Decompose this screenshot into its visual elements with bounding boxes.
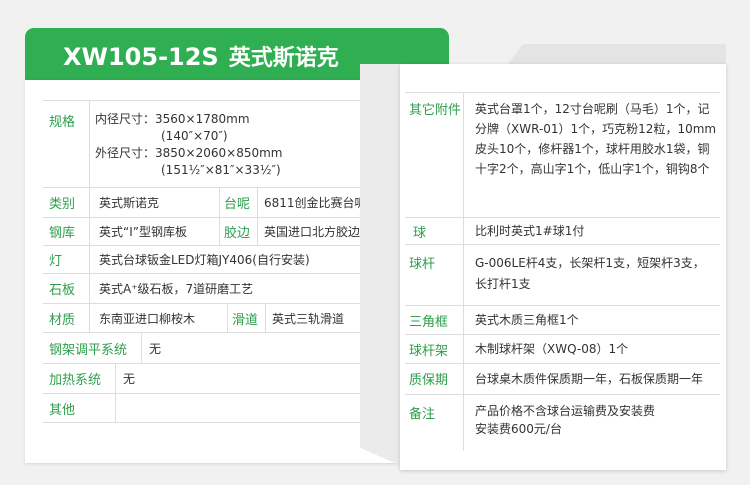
value-cues: G-006LE杆4支，长架杆1支，短架杆3支， 长打杆1支 xyxy=(475,253,717,295)
value-cue-rack: 木制球杆架（XWQ-08）1个 xyxy=(475,342,629,356)
label-heating: 加热系统 xyxy=(49,373,102,388)
row-cue-rack: 球杆架 木制球杆架（XWQ-08）1个 xyxy=(405,335,720,364)
label-warehouse: 钢库 xyxy=(49,226,76,241)
row-warehouse: 钢库 英式“I”型钢库板 胶边 英国进口北方胶边 xyxy=(43,218,413,246)
value-rubber: 英国进口北方胶边 xyxy=(264,225,361,239)
inner-size-inch: (140″×70″) xyxy=(161,129,228,143)
row-other: 其他 xyxy=(43,394,413,423)
remark-line: 产品价格不含球台运输费及安装费 xyxy=(475,404,656,418)
value-balls: 比利时英式1#球1付 xyxy=(475,224,585,238)
cues-line: G-006LE杆4支，长架杆1支，短架杆3支， xyxy=(475,256,705,270)
value-cloth: 6811创金比赛台呢 xyxy=(264,196,367,210)
row-triangle: 三角框 英式木质三角框1个 xyxy=(405,306,720,335)
label-other: 其他 xyxy=(49,402,76,418)
cues-line: 长打杆1支 xyxy=(475,277,531,291)
label-spec: 规格 xyxy=(49,115,76,130)
row-heating: 加热系统 无 xyxy=(43,364,413,394)
value-warehouse: 英式“I”型钢库板 xyxy=(99,225,187,239)
value-heating: 无 xyxy=(123,372,136,386)
row-spec: 规格 内径尺寸：3560×1780mm (140″×70″) 外径尺寸：3850… xyxy=(43,101,413,188)
label-rubber: 胶边 xyxy=(224,226,251,241)
spec-table-left: 规格 内径尺寸：3560×1780mm (140″×70″) 外径尺寸：3850… xyxy=(43,100,413,423)
outer-size: 外径尺寸：3850×2060×850mm xyxy=(95,146,283,160)
product-name: 英式斯诺克 xyxy=(228,46,339,71)
value-category: 英式斯诺克 xyxy=(99,196,160,210)
value-slate: 英式A⁺级石板，7道研磨工艺 xyxy=(99,282,254,296)
value-warranty: 台球桌木质件保质期一年，石板保质期一年 xyxy=(475,372,704,386)
row-slate: 石板 英式A⁺级石板，7道研磨工艺 xyxy=(43,274,413,304)
value-remark: 产品价格不含球台运输费及安装费 安装费600元/台 xyxy=(475,402,717,438)
row-light: 灯 英式台球钣金LED灯箱JY406(自行安装) xyxy=(43,246,413,274)
row-warranty: 质保期 台球桌木质件保质期一年，石板保质期一年 xyxy=(405,364,720,395)
model-number: XW105-12S xyxy=(63,43,219,71)
spec-table-right: 其它附件 英式台罩1个，12寸台呢刷（马毛）1个，记 分牌（XWR-01）1个，… xyxy=(405,92,720,451)
row-accessories: 其它附件 英式台罩1个，12寸台呢刷（马毛）1个，记 分牌（XWR-01）1个，… xyxy=(405,93,720,218)
label-cue-rack: 球杆架 xyxy=(409,344,449,359)
label-category: 类别 xyxy=(49,197,76,212)
spec-panel-right: 其它附件 英式台罩1个，12寸台呢刷（马毛）1个，记 分牌（XWR-01）1个，… xyxy=(400,64,726,470)
label-cloth: 台呢 xyxy=(224,197,251,212)
label-material: 材质 xyxy=(49,312,76,328)
value-light: 英式台球钣金LED灯箱JY406(自行安装) xyxy=(99,253,310,267)
label-balls: 球 xyxy=(413,226,427,241)
label-accessories: 其它附件 xyxy=(409,103,462,118)
row-material: 材质 东南亚进口柳桉木 滑道 英式三轨滑道 xyxy=(43,304,413,333)
outer-size-inch: (151½″×81″×33½″) xyxy=(161,163,281,177)
row-category: 类别 英式斯诺克 台呢 6811创金比赛台呢 xyxy=(43,188,413,218)
label-triangle: 三角框 xyxy=(409,315,449,330)
value-material: 东南亚进口柳桉木 xyxy=(99,311,196,326)
product-title: XW105-12S 英式斯诺克 xyxy=(63,40,339,72)
spec-dimensions: 内径尺寸：3560×1780mm (140″×70″) 外径尺寸：3850×20… xyxy=(95,111,282,179)
row-cues: 球杆 G-006LE杆4支，长架杆1支，短架杆3支， 长打杆1支 xyxy=(405,245,720,306)
label-light: 灯 xyxy=(49,254,63,269)
accessories-line: 英式台罩1个，12寸台呢刷（马毛）1个，记 xyxy=(475,102,710,116)
value-slide: 英式三轨滑道 xyxy=(272,311,345,326)
label-remark: 备注 xyxy=(409,407,436,422)
value-leveling: 无 xyxy=(149,341,162,356)
value-triangle: 英式木质三角框1个 xyxy=(475,313,579,327)
accessories-line: 皮头10个，修杆器1个，球杆用胶水1袋，铜 xyxy=(475,142,710,156)
row-balls: 球 比利时英式1#球1付 xyxy=(405,218,720,245)
value-accessories: 英式台罩1个，12寸台呢刷（马毛）1个，记 分牌（XWR-01）1个，巧克粉12… xyxy=(475,99,717,179)
row-remark: 备注 产品价格不含球台运输费及安装费 安装费600元/台 xyxy=(405,395,720,451)
label-slate: 石板 xyxy=(49,283,76,298)
accessories-line: 分牌（XWR-01）1个，巧克粉12粒，10mm xyxy=(475,122,717,136)
row-leveling: 钢架调平系统 无 xyxy=(43,333,413,364)
label-slide: 滑道 xyxy=(232,312,259,328)
label-cues: 球杆 xyxy=(409,257,436,272)
label-leveling: 钢架调平系统 xyxy=(49,342,128,358)
inner-size: 内径尺寸：3560×1780mm xyxy=(95,112,250,126)
label-warranty: 质保期 xyxy=(409,373,449,388)
accessories-line: 十字2个，高山字1个，低山字1个，铜钩8个 xyxy=(475,162,710,176)
remark-line: 安装费600元/台 xyxy=(475,422,562,436)
